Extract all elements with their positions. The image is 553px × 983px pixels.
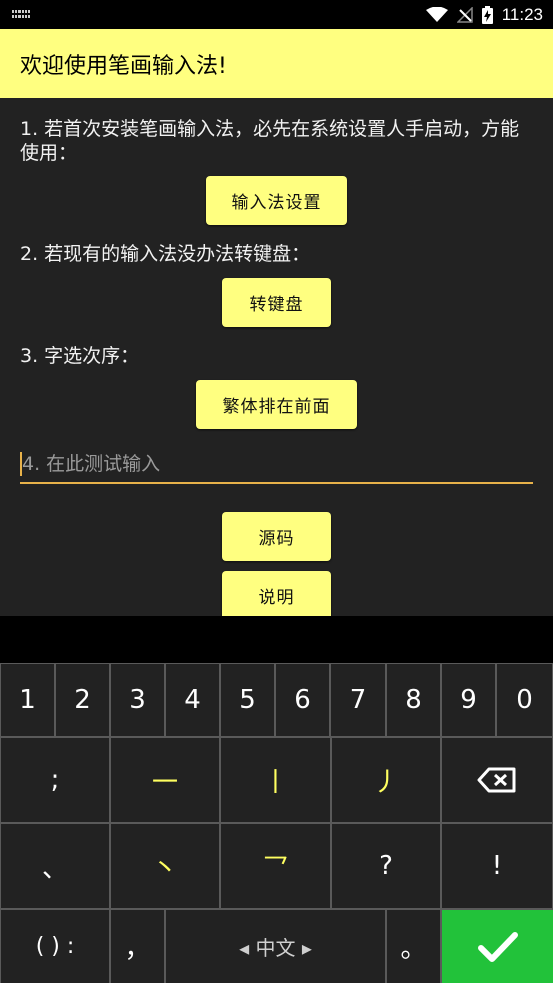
key-question[interactable]: ? xyxy=(332,824,440,908)
traditional-first-button[interactable]: 繁体排在前面 xyxy=(196,380,357,429)
keyboard-notification-icon xyxy=(12,9,30,20)
key-backspace[interactable] xyxy=(442,738,552,822)
step1-text: 1. 若首次安装笔画输入法，必先在系统设置人手启动，方能使用： xyxy=(20,118,520,164)
key-enter[interactable] xyxy=(442,910,553,983)
stroke-keyboard: 1 2 3 4 5 6 7 8 9 0 ; 一 丨 丿 、 丶 乛 ? ! ( … xyxy=(0,663,553,983)
battery-charging-icon xyxy=(481,5,493,24)
key-stroke-dian[interactable]: 丶 xyxy=(111,824,219,908)
wifi-icon xyxy=(425,6,448,22)
app-title-bar: 欢迎使用笔画输入法! xyxy=(0,29,553,98)
key-stroke-zhe[interactable]: 乛 xyxy=(221,824,330,908)
key-8[interactable]: 8 xyxy=(387,664,440,736)
step3-text: 3. 字选次序： xyxy=(20,345,140,367)
checkmark-icon xyxy=(477,931,518,962)
key-7[interactable]: 7 xyxy=(331,664,385,736)
source-code-button[interactable]: 源码 xyxy=(222,512,331,561)
status-bar: 11:23 xyxy=(0,0,553,29)
key-stroke-shu[interactable]: 丨 xyxy=(221,738,330,822)
key-period[interactable]: 。 xyxy=(387,910,440,983)
clock: 11:23 xyxy=(501,4,543,24)
input-method-settings-button[interactable]: 输入法设置 xyxy=(206,176,347,225)
key-dun-comma[interactable]: 、 xyxy=(1,824,109,908)
page-title: 欢迎使用笔画输入法! xyxy=(20,53,227,79)
key-1[interactable]: 1 xyxy=(1,664,54,736)
test-input-field[interactable] xyxy=(20,448,533,484)
key-3[interactable]: 3 xyxy=(111,664,164,736)
instructions-panel: 1. 若首次安装笔画输入法，必先在系统设置人手启动，方能使用： 输入法设置 2.… xyxy=(0,98,553,616)
spacer xyxy=(0,616,553,663)
key-4[interactable]: 4 xyxy=(166,664,219,736)
key-comma[interactable]: ， xyxy=(111,910,164,983)
backspace-icon xyxy=(477,767,516,793)
key-9[interactable]: 9 xyxy=(442,664,495,736)
no-signal-icon xyxy=(456,6,473,23)
key-6[interactable]: 6 xyxy=(276,664,329,736)
test-input[interactable] xyxy=(20,448,533,480)
key-space-language[interactable]: ◂ 中文 ▸ xyxy=(166,910,385,983)
text-caret xyxy=(20,452,22,476)
key-stroke-pie[interactable]: 丿 xyxy=(332,738,440,822)
screen: 11:23 欢迎使用笔画输入法! 1. 若首次安装笔画输入法，必先在系统设置人手… xyxy=(0,0,553,983)
key-5[interactable]: 5 xyxy=(221,664,274,736)
key-0[interactable]: 0 xyxy=(497,664,552,736)
key-parentheses-colon[interactable]: ( ) : xyxy=(1,910,109,983)
key-stroke-heng[interactable]: 一 xyxy=(111,738,219,822)
switch-keyboard-button[interactable]: 转键盘 xyxy=(222,278,331,327)
key-2[interactable]: 2 xyxy=(56,664,109,736)
key-semicolon[interactable]: ; xyxy=(1,738,109,822)
step2-text: 2. 若现有的输入法没办法转键盘： xyxy=(20,243,311,265)
help-button[interactable]: 说明 xyxy=(222,571,331,616)
key-exclaim[interactable]: ! xyxy=(442,824,552,908)
